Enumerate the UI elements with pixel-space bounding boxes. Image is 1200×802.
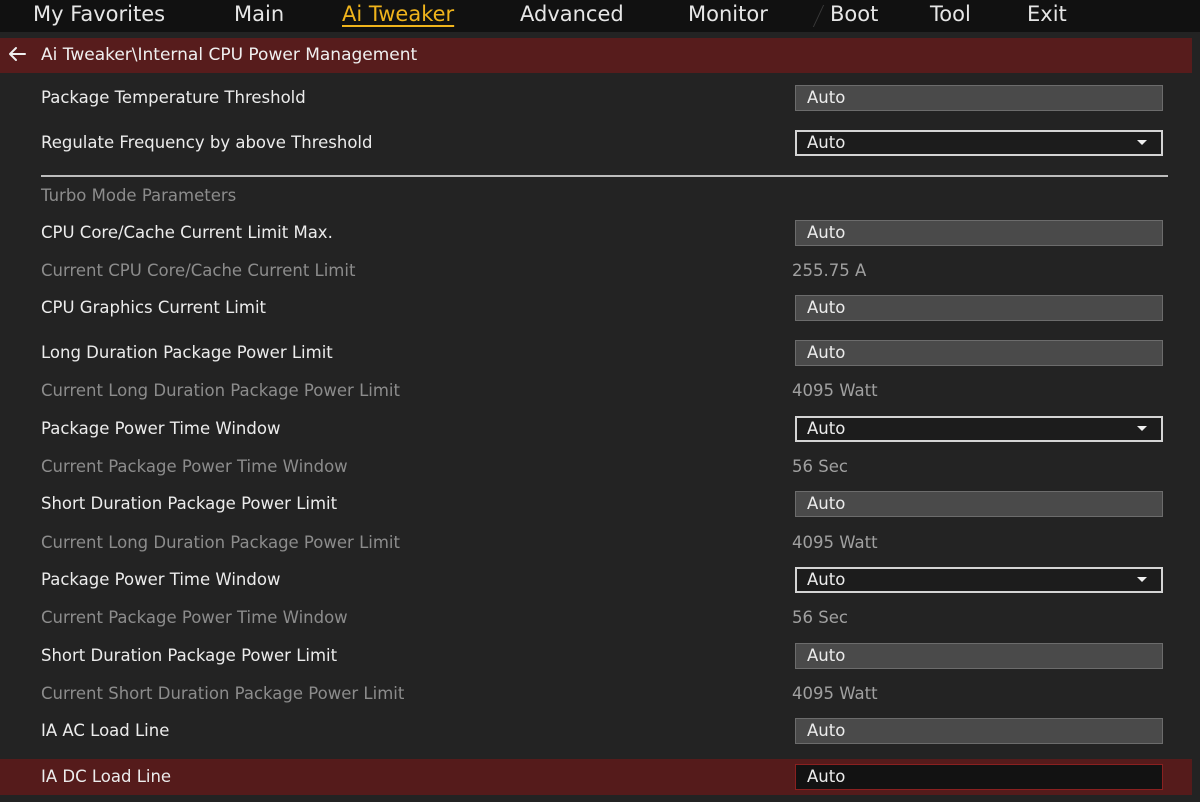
tab-my-favorites[interactable]: My Favorites xyxy=(33,0,165,28)
setting-label: Long Duration Package Power Limit xyxy=(41,343,333,362)
tab-tool[interactable]: Tool xyxy=(930,0,971,28)
readout-value: 4095 Watt xyxy=(792,381,878,400)
dropdown-value: Auto xyxy=(807,133,846,152)
setting-label: Regulate Frequency by above Threshold xyxy=(41,133,373,152)
setting-value-dropdown[interactable]: Auto xyxy=(795,130,1163,156)
tab-monitor[interactable]: Monitor xyxy=(688,0,768,28)
setting-ia-dc-load-line[interactable]: IA DC Load Line Auto xyxy=(0,759,1192,795)
setting-value-input[interactable]: Auto xyxy=(795,340,1163,366)
setting-label: Current Short Duration Package Power Lim… xyxy=(41,684,405,703)
section-divider xyxy=(41,175,1168,177)
setting-label: Package Power Time Window xyxy=(41,419,281,438)
setting-value-input[interactable]: Auto xyxy=(795,220,1163,246)
section-heading-turbo-mode: Turbo Mode Parameters xyxy=(41,186,237,205)
setting-label: Short Duration Package Power Limit xyxy=(41,646,338,665)
setting-regulate-frequency-threshold[interactable]: Regulate Frequency by above Threshold Au… xyxy=(0,125,1192,161)
tab-separator xyxy=(812,5,825,27)
chevron-down-icon xyxy=(1137,577,1147,582)
setting-value-input[interactable]: Auto xyxy=(795,764,1163,790)
back-arrow-icon[interactable] xyxy=(5,41,29,67)
top-menu-bar: My Favorites Main Ai Tweaker Advanced Mo… xyxy=(0,0,1200,32)
readout-current-cpu-core-cache-current-limit: Current CPU Core/Cache Current Limit 255… xyxy=(0,253,1192,289)
setting-label: Package Temperature Threshold xyxy=(41,88,306,107)
setting-package-power-time-window[interactable]: Package Power Time Window Auto xyxy=(0,411,1192,447)
chevron-down-icon xyxy=(1137,426,1147,431)
readout-value: 4095 Watt xyxy=(792,533,878,552)
setting-value-dropdown[interactable]: Auto xyxy=(795,567,1163,593)
setting-label: Current Package Power Time Window xyxy=(41,608,348,627)
readout-value: 56 Sec xyxy=(792,608,848,627)
tab-advanced[interactable]: Advanced xyxy=(520,0,624,28)
setting-label: Current CPU Core/Cache Current Limit xyxy=(41,261,356,280)
chevron-down-icon xyxy=(1137,140,1147,145)
setting-cpu-core-cache-current-limit-max[interactable]: CPU Core/Cache Current Limit Max. Auto xyxy=(0,215,1192,251)
readout-current-package-power-time-window: Current Package Power Time Window 56 Sec xyxy=(0,449,1192,485)
breadcrumb: Ai Tweaker\Internal CPU Power Management xyxy=(0,38,1192,73)
setting-value-input[interactable]: Auto xyxy=(795,85,1163,111)
readout-value: 255.75 A xyxy=(792,261,867,280)
setting-label: Current Package Power Time Window xyxy=(41,457,348,476)
tab-boot[interactable]: Boot xyxy=(830,0,878,28)
setting-label: CPU Graphics Current Limit xyxy=(41,298,267,317)
readout-current-long-duration-package-power-limit-2: Current Long Duration Package Power Limi… xyxy=(0,525,1192,561)
readout-current-long-duration-package-power-limit: Current Long Duration Package Power Limi… xyxy=(0,373,1192,409)
setting-package-temperature-threshold[interactable]: Package Temperature Threshold Auto xyxy=(0,80,1192,116)
setting-label: IA AC Load Line xyxy=(41,721,170,740)
tab-exit[interactable]: Exit xyxy=(1027,0,1067,28)
setting-label: Short Duration Package Power Limit xyxy=(41,494,338,513)
readout-current-package-power-time-window-2: Current Package Power Time Window 56 Sec xyxy=(0,600,1192,636)
setting-value-input[interactable]: Auto xyxy=(795,295,1163,321)
breadcrumb-path: Ai Tweaker\Internal CPU Power Management xyxy=(41,45,418,65)
dropdown-value: Auto xyxy=(807,419,846,438)
setting-package-power-time-window-2[interactable]: Package Power Time Window Auto xyxy=(0,562,1192,598)
readout-value: 4095 Watt xyxy=(792,684,878,703)
setting-cpu-graphics-current-limit[interactable]: CPU Graphics Current Limit Auto xyxy=(0,290,1192,326)
setting-value-input[interactable]: Auto xyxy=(795,718,1163,744)
tab-main[interactable]: Main xyxy=(234,0,284,28)
setting-long-duration-package-power-limit[interactable]: Long Duration Package Power Limit Auto xyxy=(0,335,1192,371)
setting-label: Package Power Time Window xyxy=(41,570,281,589)
setting-label: Current Long Duration Package Power Limi… xyxy=(41,381,400,400)
setting-label: IA DC Load Line xyxy=(41,767,172,786)
tab-ai-tweaker[interactable]: Ai Tweaker xyxy=(342,0,454,28)
readout-value: 56 Sec xyxy=(792,457,848,476)
setting-value-input[interactable]: Auto xyxy=(795,643,1163,669)
dropdown-value: Auto xyxy=(807,570,846,589)
setting-value-input[interactable]: Auto xyxy=(795,491,1163,517)
setting-value-dropdown[interactable]: Auto xyxy=(795,416,1163,442)
setting-label: Current Long Duration Package Power Limi… xyxy=(41,533,400,552)
setting-short-duration-package-power-limit[interactable]: Short Duration Package Power Limit Auto xyxy=(0,486,1192,522)
setting-short-duration-package-power-limit-2[interactable]: Short Duration Package Power Limit Auto xyxy=(0,638,1192,674)
setting-label: CPU Core/Cache Current Limit Max. xyxy=(41,223,333,242)
readout-current-short-duration-package-power-limit: Current Short Duration Package Power Lim… xyxy=(0,676,1192,712)
setting-ia-ac-load-line[interactable]: IA AC Load Line Auto xyxy=(0,713,1192,749)
